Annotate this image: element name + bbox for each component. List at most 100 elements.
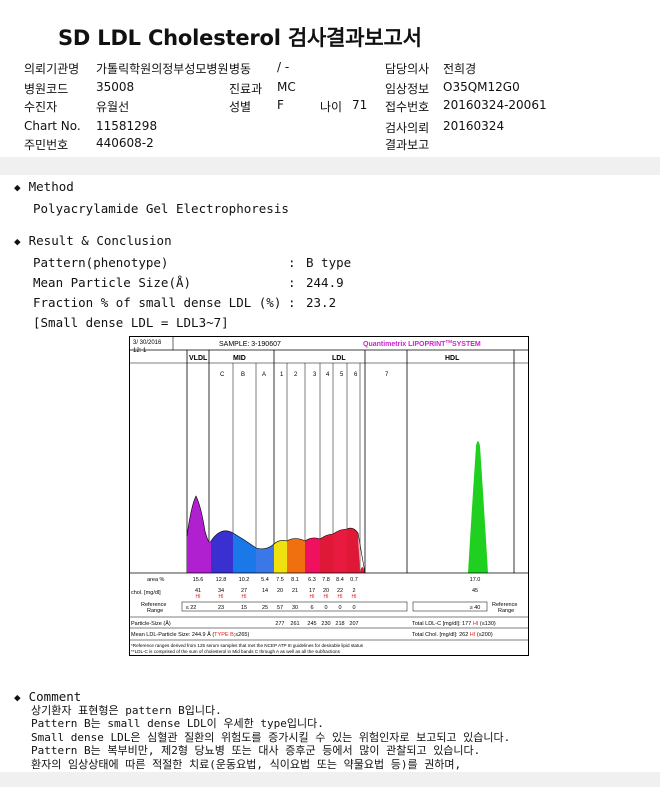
footnote-1: *Reference ranges derived from 125 serum…: [131, 643, 364, 648]
vldl-peak: [187, 496, 211, 573]
dept-value: MC: [277, 80, 296, 94]
comment-line: Small dense LDL은 심혈관 질환의 위험도를 증가시킬 수 있는 …: [31, 730, 511, 744]
total-chol: Total Chol. [mg/dl]: 262 HI (≤200): [412, 632, 493, 638]
total-ldl: Total LDL-C [mg/dl]: 177 HI (≤130): [412, 621, 496, 627]
chol-hi-flag: HI: [196, 594, 201, 600]
header-separator: [0, 157, 660, 175]
age-value: 71: [352, 98, 368, 112]
area-value: 7.5: [276, 577, 284, 583]
chol-value: 45: [472, 588, 478, 594]
area-values-row: 15.6 12.8 10.2 5.4 7.5 8.1 6.3 7.8 8.4 0.7 17.0: [193, 577, 481, 583]
lipoprint-chart: 3/ 30/2016 12: 1 SAMPLE: 3-190607 Quanti…: [129, 336, 529, 656]
chol-hi-flag: HI: [310, 594, 315, 600]
area-value: 6.3: [308, 577, 316, 583]
chart-no-value: 11581298: [96, 119, 158, 133]
band-4-label: 4: [326, 372, 330, 378]
area-value: 8.4: [336, 577, 344, 583]
chol-hi-flag: HI: [219, 594, 224, 600]
ref-value: 0: [324, 605, 327, 611]
ref-row-label-2: Range: [147, 608, 163, 614]
ward-value: / -: [277, 60, 290, 74]
particle-values-row: 277 261 245 230 218 207: [275, 621, 358, 627]
method-text: Polyacrylamide Gel Electrophoresis: [33, 201, 289, 216]
hospital-code-label: 병원코드: [24, 82, 69, 96]
ref-value: 15: [241, 605, 247, 611]
ldl3-area: [305, 537, 320, 573]
comment-line: 상기환자 표현형은 pattern B입니다.: [31, 704, 222, 717]
ward-label: 병동: [229, 62, 252, 76]
test-request-value: 20160324: [443, 119, 505, 133]
total-ldl-flag: HI: [473, 621, 479, 627]
band-6-label: 6: [354, 372, 358, 378]
band-5-label: 5: [340, 372, 344, 378]
ref-value: 25: [262, 605, 268, 611]
area-value: 12.8: [216, 577, 227, 583]
band-c-label: C: [220, 372, 225, 378]
footer-separator: [0, 772, 660, 787]
ref-value: 30: [292, 605, 298, 611]
fraction-value: 23.2: [306, 295, 337, 310]
band-vldl-label: VLDL: [189, 355, 208, 362]
pattern-colon: :: [288, 255, 296, 270]
sd-ldl-note: [Small dense LDL = LDL3~7]: [33, 315, 229, 330]
resident-label: 주민번호: [24, 138, 69, 152]
ref-value: ≥ 40: [470, 605, 481, 611]
ref-value: 23: [218, 605, 224, 611]
size-label: Mean Particle Size(Å): [33, 275, 192, 290]
ref-value: 57: [277, 605, 283, 611]
chol-hi-flag: HI: [242, 594, 247, 600]
report-title: SD LDL Cholesterol 검사결과보고서: [58, 26, 422, 50]
chart-sample: SAMPLE: 3-190607: [219, 341, 281, 348]
chol-hi-flag: HI: [338, 594, 343, 600]
band-mid-label: MID: [233, 355, 246, 362]
result-heading-text: Result & Conclusion: [28, 233, 172, 248]
band-1-label: 1: [280, 372, 284, 378]
clinical-value: O35QM12G0: [443, 80, 520, 94]
area-value: 15.6: [193, 577, 204, 583]
method-heading-text: Method: [28, 179, 74, 194]
hospital-code-value: 35008: [96, 80, 135, 94]
chol-value: 21: [292, 588, 298, 594]
particle-size-value: 277: [275, 621, 284, 627]
chart-date: 3/ 30/2016: [133, 340, 162, 346]
hospital-label: 의뢰기관명: [24, 62, 80, 76]
size-colon: :: [288, 275, 296, 290]
total-ldl-text: Total LDL-C [mg/dl]: 177: [412, 621, 471, 627]
chol-values-row: 41HI34HI27HI14 20 21 17HI20HI22HI2HI45: [195, 588, 478, 600]
chart-no-label: Chart No.: [24, 119, 81, 133]
doctor-label: 담당의사: [385, 62, 430, 76]
dept-label: 진료과: [229, 82, 263, 96]
band-hdl-label: HDL: [445, 355, 460, 362]
band-2-label: 2: [294, 372, 298, 378]
sex-value: F: [277, 98, 284, 112]
mid-b-area: [233, 533, 256, 573]
ldl2-area: [287, 538, 305, 573]
test-request-label: 검사의뢰: [385, 121, 430, 135]
ldl4-area: [320, 534, 333, 573]
particle-size-value: 207: [349, 621, 358, 627]
band-7-label: 7: [385, 372, 389, 378]
chart-brand-name: Quantimetrix LIPOPRINT: [363, 341, 446, 348]
area-value: 7.8: [322, 577, 330, 583]
comment-line: 환자의 임상상태에 따른 적절한 치료(운동요법, 식이요법 또는 약물요법 등…: [31, 757, 462, 771]
ref-right-label-2: Range: [498, 608, 514, 614]
mean-size-text: Mean LDL-Particle Size: 244.9 Å: [131, 631, 211, 638]
chart-time: 12: 1: [133, 348, 147, 354]
chol-value: 14: [262, 588, 268, 594]
band-3-label: 3: [313, 372, 317, 378]
particle-size-value: 245: [307, 621, 316, 627]
total-chol-flag: HI: [470, 632, 476, 638]
area-value: 10.2: [239, 577, 250, 583]
area-row-label: area %: [147, 577, 165, 583]
band-b-label: B: [241, 372, 245, 378]
result-heading: ◆ Result & Conclusion: [14, 233, 172, 248]
hospital-value: 가톨릭학원의정부성모병원: [96, 62, 229, 76]
chol-row-label: chol. [mg/dl]: [131, 590, 161, 596]
comment-heading-text: Comment: [28, 689, 82, 704]
particle-size-value: 261: [290, 621, 299, 627]
hdl-peak: [468, 441, 488, 573]
total-ldl-ref: (≤130): [480, 621, 496, 627]
chart-brand-system: SYSTEM: [452, 341, 481, 348]
chol-hi-flag: HI: [352, 594, 357, 600]
fraction-colon: :: [288, 295, 296, 310]
